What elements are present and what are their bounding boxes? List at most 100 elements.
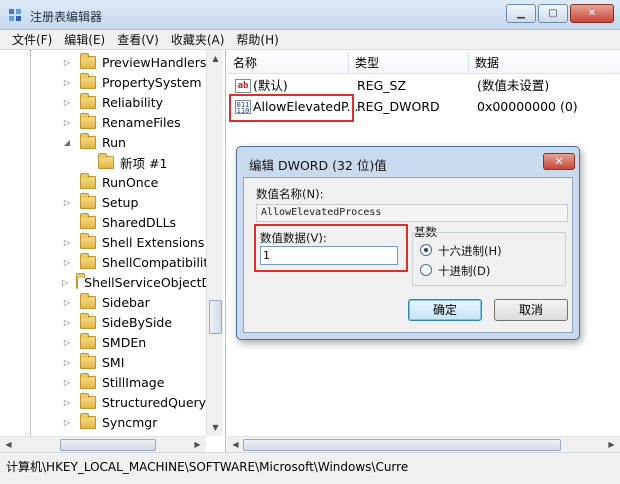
expand-arrow-icon[interactable]: ▷ — [62, 78, 72, 87]
scroll-right-icon[interactable]: ▶ — [189, 437, 206, 452]
expand-arrow-icon[interactable]: ▷ — [62, 338, 72, 347]
folder-icon — [80, 372, 96, 389]
expand-arrow-icon[interactable]: ▷ — [62, 378, 72, 387]
menu-favorites[interactable]: 收藏夹(A) — [165, 31, 231, 48]
column-header-type[interactable]: 类型 — [349, 52, 469, 74]
hex-radio-label[interactable]: 十六进制(H) — [438, 243, 502, 259]
status-bar: 计算机\HKEY_LOCAL_MACHINE\SOFTWARE\Microsof… — [0, 452, 620, 484]
tree-vertical-scrollbar[interactable]: ▲ ▼ — [206, 50, 223, 436]
tree-item-smden[interactable]: ▷ SMDEn — [62, 332, 146, 352]
folder-icon — [80, 352, 96, 369]
column-header-data[interactable]: 数据 — [469, 52, 620, 74]
tree-item-label: Run — [102, 134, 126, 150]
tree-item-shareddlls[interactable]: SharedDLLs — [62, 212, 176, 232]
scrollbar-thumb[interactable] — [209, 300, 222, 334]
maximize-button[interactable]: ▢ — [538, 4, 568, 23]
tree-item-setup[interactable]: ▷ Setup — [62, 192, 138, 212]
close-icon: ✕ — [554, 155, 564, 168]
tree-item-structuredquery[interactable]: ▷ StructuredQuery — [62, 392, 206, 412]
expand-arrow-icon[interactable]: ▷ — [62, 358, 72, 367]
tree-item-label: RenameFiles — [102, 114, 181, 130]
tree-item-label: StructuredQuery — [102, 394, 207, 410]
tree-item-label: Syncmgr — [102, 414, 158, 430]
folder-icon — [80, 92, 96, 109]
folder-icon — [80, 132, 96, 149]
tree-item-label: SMDEn — [102, 334, 147, 350]
tree-item-stillimage[interactable]: ▷ StillImage — [62, 372, 164, 392]
expand-arrow-icon[interactable]: ▷ — [62, 398, 72, 407]
close-button[interactable]: ✕ — [570, 4, 614, 23]
cancel-button[interactable]: 取消 — [494, 299, 568, 321]
expand-arrow-icon[interactable]: ▷ — [62, 238, 72, 247]
tree-item-runonce[interactable]: RunOnce — [62, 172, 158, 192]
scrollbar-thumb[interactable] — [60, 439, 156, 451]
folder-icon — [80, 112, 96, 129]
window-title: 注册表编辑器 — [30, 10, 103, 24]
collapse-arrow-icon[interactable]: ◢ — [62, 138, 72, 147]
tree-item-label: Setup — [102, 194, 139, 210]
tree-item-renamefiles[interactable]: ▷ RenameFiles — [62, 112, 181, 132]
expand-arrow-icon[interactable]: ▷ — [62, 418, 72, 427]
decimal-radio[interactable] — [420, 264, 432, 276]
menu-bar: 文件(F) 编辑(E) 查看(V) 收藏夹(A) 帮助(H) — [0, 30, 620, 50]
title-bar: 注册表编辑器 ▁ ▢ ✕ — [0, 0, 620, 30]
minimize-icon: ▁ — [517, 8, 525, 19]
highlight-box — [254, 224, 408, 272]
menu-view[interactable]: 查看(V) — [111, 31, 165, 48]
menu-help[interactable]: 帮助(H) — [230, 31, 284, 48]
column-header-name[interactable]: 名称 — [227, 52, 349, 74]
minimize-button[interactable]: ▁ — [506, 4, 536, 23]
registry-tree[interactable]: ▷ PreviewHandlers ▷ PropertySystem ▷ Rel… — [0, 50, 226, 452]
tree-item-reliability[interactable]: ▷ Reliability — [62, 92, 163, 112]
tree-item-sidebar[interactable]: ▷ Sidebar — [62, 292, 150, 312]
expand-arrow-icon[interactable]: ▷ — [62, 98, 72, 107]
dialog-title: 编辑 DWORD (32 位)值 — [249, 158, 387, 173]
value-row-default[interactable]: ab (默认) REG_SZ (数值未设置) — [227, 76, 620, 96]
tree-item-label: SideBySide — [102, 314, 173, 330]
tree-item-propertysystem[interactable]: ▷ PropertySystem — [62, 72, 202, 92]
menu-file[interactable]: 文件(F) — [6, 31, 58, 48]
tree-item-label: ShellCompatibility — [102, 254, 216, 270]
scroll-left-icon[interactable]: ◀ — [227, 437, 244, 452]
tree-item-run[interactable]: ◢ Run — [62, 132, 126, 152]
folder-icon — [98, 152, 114, 169]
tree-item-shellcompatibility[interactable]: ▷ ShellCompatibility — [62, 252, 216, 272]
tree-item-new-key[interactable]: 新项 #1 — [80, 152, 167, 172]
tree-item-shell-extensions[interactable]: ▷ Shell Extensions — [62, 232, 204, 252]
values-horizontal-scrollbar[interactable]: ◀ ▶ — [227, 436, 620, 452]
expand-arrow-icon[interactable]: ▷ — [62, 118, 72, 127]
tree-item-smi[interactable]: ▷ SMI — [62, 352, 124, 372]
expand-arrow-icon[interactable]: ▷ — [62, 298, 72, 307]
status-path: 计算机\HKEY_LOCAL_MACHINE\SOFTWARE\Microsof… — [6, 460, 409, 474]
tree-item-label: SMI — [102, 354, 125, 370]
expand-arrow-icon[interactable]: ▷ — [62, 198, 72, 207]
dialog-close-button[interactable]: ✕ — [543, 153, 575, 170]
decimal-radio-label[interactable]: 十进制(D) — [438, 263, 490, 279]
highlight-box — [229, 94, 354, 122]
dialog-body: 数值名称(N): AllowElevatedProcess 数值数据(V): 基… — [243, 177, 573, 333]
folder-icon — [80, 212, 96, 229]
hex-radio[interactable] — [420, 244, 432, 256]
scrollbar-thumb[interactable] — [243, 439, 561, 451]
menu-edit[interactable]: 编辑(E) — [58, 31, 111, 48]
regedit-icon — [9, 9, 21, 21]
edit-dword-dialog: 编辑 DWORD (32 位)值 ✕ 数值名称(N): AllowElevate… — [236, 146, 580, 340]
tree-item-syncmgr[interactable]: ▷ Syncmgr — [62, 412, 157, 432]
expand-arrow-icon[interactable]: ▷ — [62, 258, 72, 267]
expand-arrow-icon[interactable]: ▷ — [62, 58, 72, 67]
expand-arrow-icon[interactable]: ▷ — [62, 318, 72, 327]
scroll-up-icon[interactable]: ▲ — [207, 50, 224, 67]
folder-icon — [80, 172, 96, 189]
ok-button[interactable]: 确定 — [408, 299, 482, 321]
tree-item-shellserviceobject[interactable]: ▷ ShellServiceObjectD — [62, 272, 206, 292]
folder-icon — [80, 312, 96, 329]
expand-arrow-icon[interactable]: ▷ — [62, 278, 68, 287]
scroll-right-icon[interactable]: ▶ — [603, 437, 620, 452]
folder-icon — [80, 232, 96, 249]
tree-item-sidebyside[interactable]: ▷ SideBySide — [62, 312, 172, 332]
folder-icon — [80, 192, 96, 209]
scroll-down-icon[interactable]: ▼ — [207, 419, 224, 436]
tree-horizontal-scrollbar[interactable]: ◀ ▶ — [0, 436, 206, 452]
scroll-left-icon[interactable]: ◀ — [0, 437, 17, 452]
tree-item-previewhandlers[interactable]: ▷ PreviewHandlers — [62, 52, 206, 72]
